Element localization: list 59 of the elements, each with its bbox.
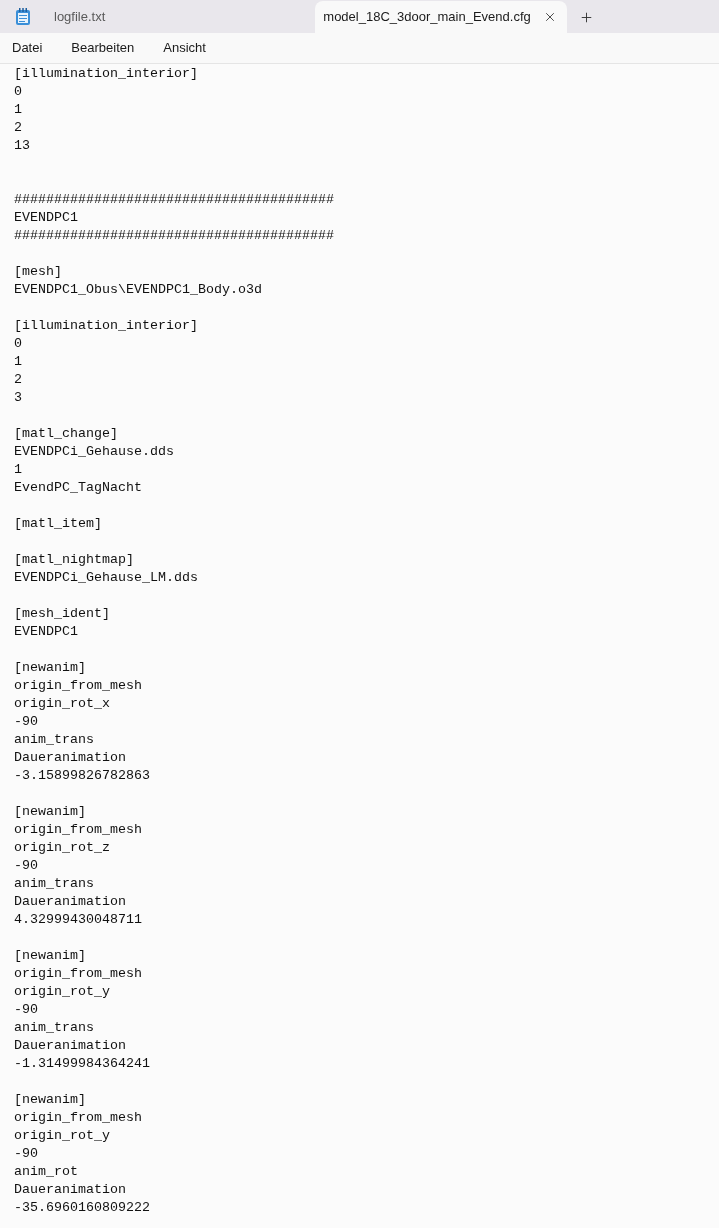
code-line: EVENDPCi_Gehause.dds	[14, 443, 174, 461]
code-line: 4.32999430048711	[14, 911, 142, 929]
code-line: [illumination_interior]	[14, 65, 198, 83]
code-line: -35.6960160809222	[14, 1199, 150, 1217]
code-line: 0	[14, 335, 22, 353]
code-line: [mesh]	[14, 263, 62, 281]
code-line: [newanim]	[14, 659, 86, 677]
code-line: -3.15899826782863	[14, 767, 150, 785]
code-line: Daueranimation	[14, 893, 126, 911]
code-line: origin_rot_y	[14, 1127, 110, 1145]
code-line: ########################################	[14, 191, 334, 209]
code-line: origin_from_mesh	[14, 677, 142, 695]
code-line: origin_from_mesh	[14, 821, 142, 839]
code-line: origin_rot_x	[14, 695, 110, 713]
code-line: ########################################	[14, 227, 334, 245]
tab[interactable]: model_18C_3door_main_Evend.cfg	[315, 1, 567, 33]
code-line: 3	[14, 389, 22, 407]
code-line: anim_trans	[14, 1019, 94, 1037]
code-line: -90	[14, 1001, 38, 1019]
code-line: anim_rot	[14, 1163, 78, 1181]
new-tab-icon[interactable]	[578, 9, 594, 25]
code-line: EVENDPC1	[14, 209, 78, 227]
code-line: 1	[14, 101, 22, 119]
menu-item[interactable]: Ansicht	[155, 38, 214, 58]
code-line: -1.31499984364241	[14, 1055, 150, 1073]
code-line: [matl_item]	[14, 515, 102, 533]
code-line: EVENDPC1	[14, 623, 78, 641]
code-line: [matl_nightmap]	[14, 551, 134, 569]
code-line: anim_trans	[14, 731, 94, 749]
code-line: origin_rot_z	[14, 839, 110, 857]
code-line: origin_rot_y	[14, 983, 110, 1001]
code-line: -90	[14, 1145, 38, 1163]
code-line: EVENDPC1_Obus\EVENDPC1_Body.o3d	[14, 281, 262, 299]
code-line: anim_trans	[14, 875, 94, 893]
code-line: [illumination_interior]	[14, 317, 198, 335]
code-line: Daueranimation	[14, 1037, 126, 1055]
code-line: [matl_change]	[14, 425, 118, 443]
menu-item[interactable]: Datei	[4, 38, 51, 58]
notepad-icon	[15, 8, 31, 26]
code-line: [newanim]	[14, 803, 86, 821]
code-line: 2	[14, 371, 22, 389]
code-line: [mesh_ident]	[14, 605, 110, 623]
code-line: [newanim]	[14, 1091, 86, 1109]
code-line: 0	[14, 83, 22, 101]
code-line: Daueranimation	[14, 749, 126, 767]
code-line: EVENDPCi_Gehause_LM.dds	[14, 569, 198, 587]
code-line: 13	[14, 137, 30, 155]
code-line: EvendPC_TagNacht	[14, 479, 142, 497]
code-line: Daueranimation	[14, 1181, 126, 1199]
tab[interactable]: logfile.txt	[38, 1, 316, 33]
code-line: 2	[14, 119, 22, 137]
code-line: origin_from_mesh	[14, 965, 142, 983]
code-line: 1	[14, 353, 22, 371]
code-line: -90	[14, 713, 38, 731]
code-line: -90	[14, 857, 38, 875]
code-line: origin_from_mesh	[14, 1109, 142, 1127]
code-line: 1	[14, 461, 22, 479]
code-line: [newanim]	[14, 947, 86, 965]
menu-item[interactable]: Bearbeiten	[63, 38, 143, 58]
